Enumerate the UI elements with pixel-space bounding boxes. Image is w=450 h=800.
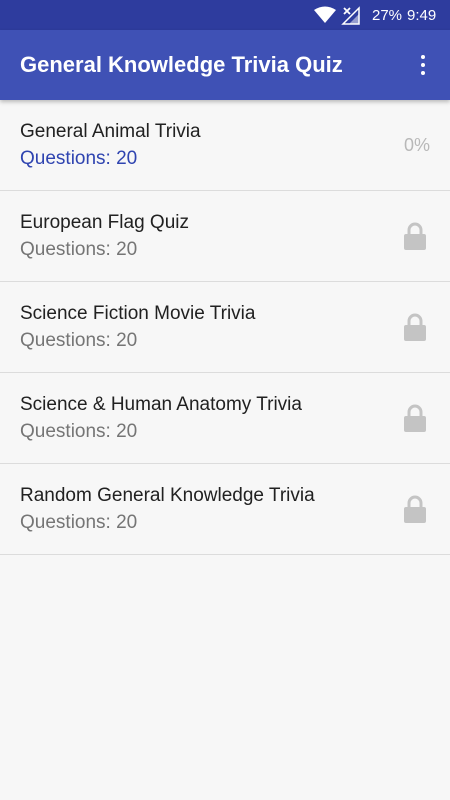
- quiz-question-count: Questions: 20: [20, 239, 138, 260]
- battery-percentage: 27%: [372, 7, 403, 24]
- quiz-title: European Flag Quiz: [20, 212, 189, 233]
- app-title: General Knowledge Trivia Quiz: [20, 52, 343, 77]
- more-vert-icon[interactable]: [408, 50, 438, 80]
- lock-icon: [404, 313, 426, 346]
- quiz-title: Random General Knowledge Trivia: [20, 485, 315, 506]
- quiz-list: General Animal Trivia Questions: 20 0% E…: [0, 100, 450, 555]
- quiz-item-european-flag-quiz[interactable]: European Flag Quiz Questions: 20: [0, 191, 450, 282]
- lock-icon: [404, 404, 426, 437]
- status-bar: 27% 9:49: [0, 0, 450, 30]
- app-bar: General Knowledge Trivia Quiz: [0, 30, 450, 100]
- quiz-title: Science & Human Anatomy Trivia: [20, 394, 302, 415]
- quiz-question-count: Questions: 20: [20, 148, 138, 169]
- status-clock: 9:49: [407, 7, 437, 24]
- quiz-question-count: Questions: 20: [20, 421, 138, 442]
- quiz-progress: 0%: [403, 135, 430, 155]
- quiz-title: General Animal Trivia: [20, 121, 201, 142]
- lock-icon: [404, 495, 426, 528]
- quiz-item-general-animal-trivia[interactable]: General Animal Trivia Questions: 20 0%: [0, 100, 450, 191]
- quiz-item-science-fiction-movie-trivia[interactable]: Science Fiction Movie Trivia Questions: …: [0, 282, 450, 373]
- signal-icon: [341, 5, 361, 30]
- quiz-item-random-general-knowledge-trivia[interactable]: Random General Knowledge Trivia Question…: [0, 464, 450, 555]
- quiz-question-count: Questions: 20: [20, 330, 138, 351]
- wifi-icon: [314, 6, 336, 29]
- quiz-title: Science Fiction Movie Trivia: [20, 303, 256, 324]
- quiz-item-science-human-anatomy-trivia[interactable]: Science & Human Anatomy Trivia Questions…: [0, 373, 450, 464]
- lock-icon: [404, 222, 426, 255]
- quiz-question-count: Questions: 20: [20, 512, 138, 533]
